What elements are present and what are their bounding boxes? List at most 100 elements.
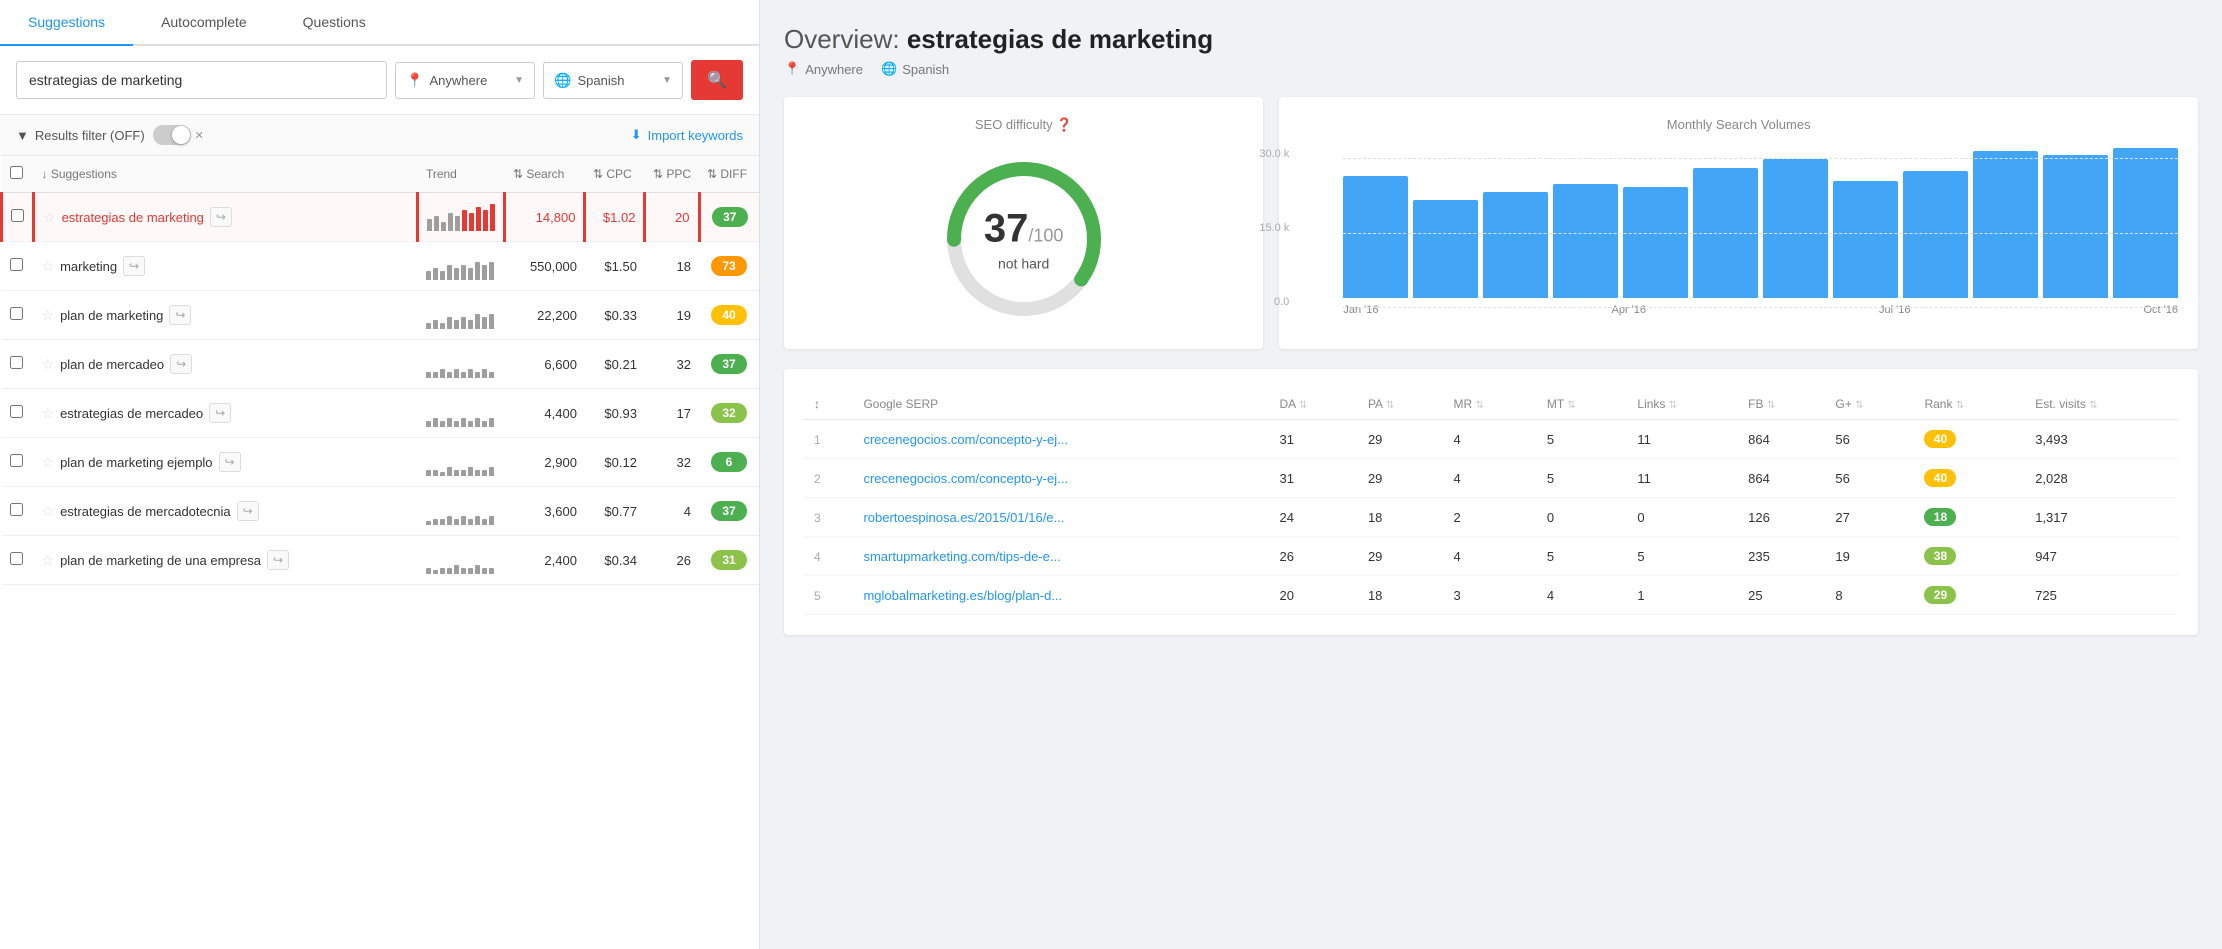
row-trend-cell — [418, 291, 505, 340]
location-select[interactable]: 📍 Anywhere ▼ — [395, 62, 535, 99]
mini-bars — [426, 301, 497, 329]
row-checkbox[interactable] — [10, 258, 23, 271]
serp-col-da[interactable]: DA ⇅ — [1269, 389, 1357, 420]
serp-link[interactable]: crecenegocios.com/concepto-y-ej... — [863, 432, 1067, 447]
related-button[interactable]: ↪ — [209, 403, 231, 423]
select-all-checkbox[interactable] — [10, 166, 23, 179]
star-icon[interactable]: ☆ — [42, 552, 55, 569]
filter-button[interactable]: ▼ Results filter (OFF) — [16, 128, 145, 143]
serp-link[interactable]: mglobalmarketing.es/blog/plan-d... — [863, 588, 1062, 603]
x-label-oct: Oct '16 — [2143, 304, 2178, 316]
bar-7 — [475, 372, 480, 378]
filter-toggle[interactable]: ✕ — [153, 125, 204, 145]
y-axis: 30.0 k 15.0 k 0.0 — [1259, 148, 1289, 308]
serp-url-cell: robertoespinosa.es/2015/01/16/e... — [853, 498, 1269, 537]
search-volume: 550,000 — [530, 259, 577, 274]
bar-4 — [455, 216, 460, 231]
row-search-cell: 14,800 — [505, 193, 585, 242]
related-button[interactable]: ↪ — [210, 207, 232, 227]
col-header-ppc[interactable]: ⇅ PPC — [645, 156, 699, 193]
row-ppc-cell: 20 — [645, 193, 699, 242]
serp-link[interactable]: smartupmarketing.com/tips-de-e... — [863, 549, 1060, 564]
col-header-suggestions[interactable]: ↓ Suggestions — [34, 156, 418, 193]
import-keywords-link[interactable]: ⬇ Import keywords — [631, 127, 743, 143]
serp-col-fb[interactable]: FB ⇅ — [1738, 389, 1825, 420]
search-button[interactable]: 🔍 — [691, 60, 743, 100]
col-header-diff[interactable]: ⇅ DIFF — [699, 156, 759, 193]
star-icon[interactable]: ☆ — [42, 356, 55, 373]
related-button[interactable]: ↪ — [170, 354, 192, 374]
ppc-value: 19 — [677, 308, 691, 323]
related-button[interactable]: ↪ — [267, 550, 289, 570]
related-button[interactable]: ↪ — [237, 501, 259, 521]
bar-6 — [468, 421, 473, 427]
serp-col-mr[interactable]: MR ⇅ — [1444, 389, 1537, 420]
serp-col-visits[interactable]: Est. visits ⇅ — [2025, 389, 2178, 420]
serp-col-pa[interactable]: PA ⇅ — [1358, 389, 1444, 420]
serp-link[interactable]: robertoespinosa.es/2015/01/16/e... — [863, 510, 1064, 525]
row-checkbox[interactable] — [11, 209, 24, 222]
row-search-cell: 4,400 — [505, 389, 585, 438]
filter-label: Results filter (OFF) — [35, 128, 145, 143]
meta-location: 📍 Anywhere — [784, 61, 863, 77]
language-icon: 🌐 — [554, 72, 571, 89]
serp-col-gplus[interactable]: G+ ⇅ — [1825, 389, 1914, 420]
toggle-track[interactable] — [153, 125, 191, 145]
kw-cell: ☆ plan de mercadeo ↪ — [42, 354, 410, 374]
star-icon[interactable]: ☆ — [42, 503, 55, 520]
row-checkbox[interactable] — [10, 405, 23, 418]
serp-da: 31 — [1269, 420, 1357, 459]
star-icon[interactable]: ☆ — [42, 307, 55, 324]
table-row: ☆ marketing ↪ 550,000 $1.50 18 73 — [2, 242, 760, 291]
serp-col-mt[interactable]: MT ⇅ — [1537, 389, 1628, 420]
table-row: ☆ plan de marketing ejemplo ↪ 2,900 $0.1… — [2, 438, 760, 487]
cpc-value: $0.34 — [604, 553, 637, 568]
mini-bars — [426, 350, 497, 378]
serp-col-rank[interactable]: Rank ⇅ — [1914, 389, 2025, 420]
star-icon[interactable]: ☆ — [42, 405, 55, 422]
meta-language-icon: 🌐 — [881, 61, 897, 77]
related-button[interactable]: ↪ — [219, 452, 241, 472]
related-button[interactable]: ↪ — [123, 256, 145, 276]
row-checkbox[interactable] — [10, 503, 23, 516]
tab-questions[interactable]: Questions — [275, 0, 394, 46]
language-select[interactable]: 🌐 Spanish ▼ — [543, 62, 683, 99]
col-header-search[interactable]: ⇅ Search — [505, 156, 585, 193]
serp-col-links[interactable]: Links ⇅ — [1627, 389, 1738, 420]
row-checkbox[interactable] — [10, 454, 23, 467]
row-cpc-cell: $1.02 — [585, 193, 645, 242]
search-input[interactable] — [16, 61, 387, 99]
bar-4 — [454, 320, 459, 329]
search-volume: 2,400 — [544, 553, 577, 568]
bar-8 — [482, 369, 487, 378]
diff-badge: 37 — [712, 207, 748, 227]
tab-suggestions[interactable]: Suggestions — [0, 0, 133, 46]
star-icon[interactable]: ☆ — [43, 209, 56, 226]
row-trend-cell — [418, 487, 505, 536]
serp-link[interactable]: crecenegocios.com/concepto-y-ej... — [863, 471, 1067, 486]
keyword-text: plan de marketing de una empresa — [60, 553, 261, 568]
row-checkbox[interactable] — [10, 307, 23, 320]
star-icon[interactable]: ☆ — [42, 258, 55, 275]
col-header-cpc[interactable]: ⇅ CPC — [585, 156, 645, 193]
serp-mr: 4 — [1444, 537, 1537, 576]
serp-da: 24 — [1269, 498, 1357, 537]
serp-fb: 126 — [1738, 498, 1825, 537]
serp-url-cell: crecenegocios.com/concepto-y-ej... — [853, 420, 1269, 459]
related-button[interactable]: ↪ — [169, 305, 191, 325]
help-icon[interactable]: ❓ — [1056, 117, 1072, 132]
serp-rank-badge-cell: 29 — [1914, 576, 2025, 615]
cpc-value: $1.02 — [603, 210, 636, 225]
bar-9 — [489, 418, 494, 427]
row-checkbox[interactable] — [10, 552, 23, 565]
chart-bar-6 — [1763, 159, 1828, 298]
row-checkbox[interactable] — [10, 356, 23, 369]
results-table: ↓ Suggestions Trend ⇅ Search ⇅ CPC ⇅ PPC — [0, 156, 759, 585]
language-arrow-icon: ▼ — [662, 75, 672, 86]
tab-autocomplete[interactable]: Autocomplete — [133, 0, 275, 46]
serp-mt: 0 — [1537, 498, 1628, 537]
star-icon[interactable]: ☆ — [42, 454, 55, 471]
row-cpc-cell: $0.21 — [585, 340, 645, 389]
diff-badge: 73 — [711, 256, 747, 276]
row-search-cell: 2,900 — [505, 438, 585, 487]
